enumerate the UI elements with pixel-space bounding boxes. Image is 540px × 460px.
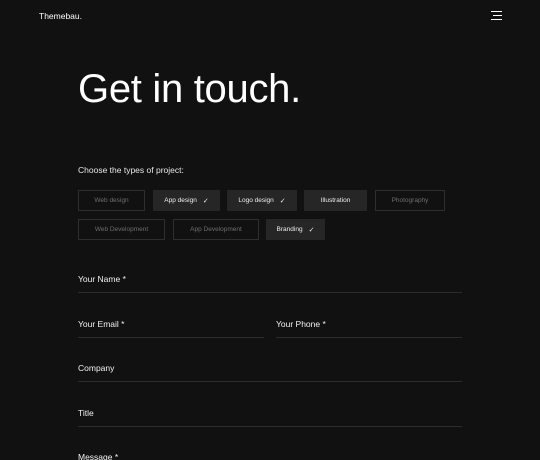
chip-web-design[interactable]: Web design (78, 190, 145, 211)
chip-label: Logo design (238, 197, 274, 204)
message-field[interactable]: Message * (78, 451, 462, 460)
company-field-label: Company (78, 363, 115, 373)
name-field-label: Your Name * (78, 274, 126, 284)
title-field-label: Title (78, 408, 94, 418)
chip-label: App design (164, 197, 197, 204)
chip-app-design[interactable]: App design ✓ (153, 190, 220, 211)
chip-app-development[interactable]: App Development (173, 219, 259, 240)
site-header: Themebau. (39, 10, 502, 22)
menu-line (493, 15, 502, 16)
chip-label: Illustration (320, 197, 351, 204)
message-field-label: Message * (78, 452, 119, 460)
page-title: Get in touch. (78, 67, 301, 111)
contact-page: Themebau. Get in touch. Choose the types… (0, 0, 540, 460)
chip-photography[interactable]: Photography (375, 190, 445, 211)
checkmark-icon: ✓ (308, 226, 315, 234)
chip-label: Photography (391, 197, 429, 204)
site-logo[interactable]: Themebau. (39, 10, 82, 22)
email-field-label: Your Email * (78, 319, 125, 329)
checkmark-icon: ✓ (279, 197, 286, 205)
menu-line (491, 11, 502, 12)
phone-field[interactable]: Your Phone * (276, 318, 462, 338)
title-field[interactable]: Title (78, 407, 462, 427)
phone-field-label: Your Phone * (276, 319, 326, 329)
chip-label: App Development (190, 226, 242, 233)
email-field[interactable]: Your Email * (78, 318, 264, 338)
chip-logo-design[interactable]: Logo design ✓ (227, 190, 297, 211)
name-field[interactable]: Your Name * (78, 273, 462, 293)
menu-line (491, 19, 502, 20)
chip-label: Web design (94, 197, 129, 204)
chip-web-development[interactable]: Web Development (78, 219, 165, 240)
chip-branding[interactable]: Branding ✓ (266, 219, 325, 240)
hamburger-menu-icon[interactable] (491, 11, 502, 20)
chip-illustration[interactable]: Illustration (304, 190, 367, 211)
project-types-label: Choose the types of project: (78, 165, 184, 175)
checkmark-icon: ✓ (202, 197, 209, 205)
chip-label: Branding (276, 226, 303, 233)
company-field[interactable]: Company (78, 362, 462, 382)
chip-label: Web Development (94, 226, 149, 233)
